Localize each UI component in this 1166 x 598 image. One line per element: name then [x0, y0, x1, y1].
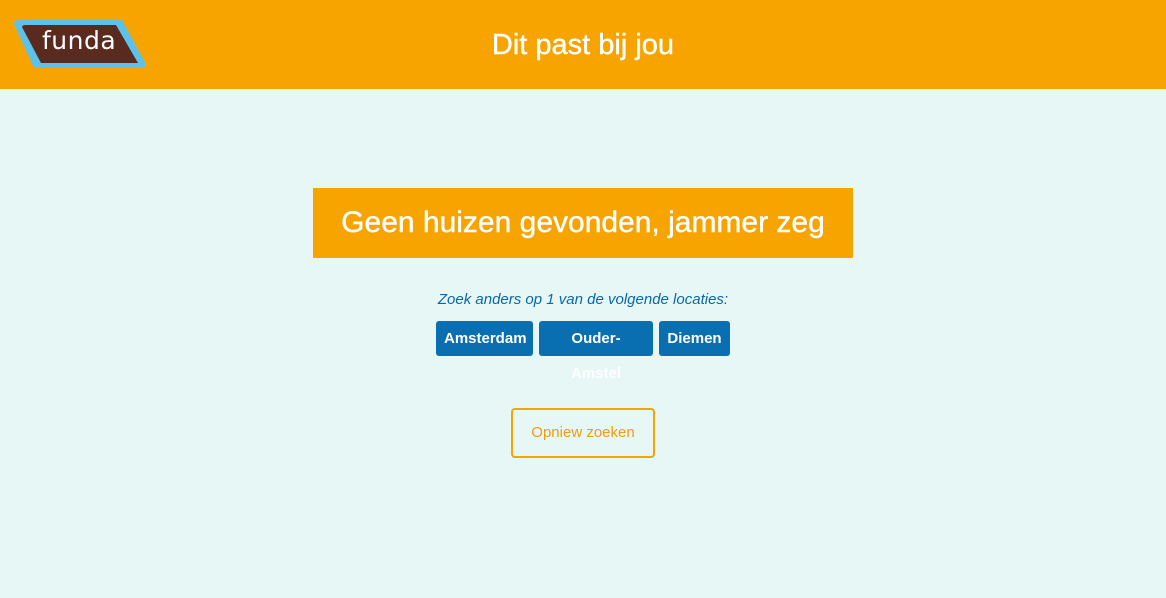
- header: funda Dit past bij jou: [0, 0, 1166, 89]
- page: funda Dit past bij jou Geen huizen gevon…: [0, 0, 1166, 598]
- no-results-banner: Geen huizen gevonden, jammer zeg: [313, 188, 853, 258]
- search-again-button[interactable]: Opniew zoeken: [511, 408, 655, 458]
- suggestion-text: Zoek anders op 1 van de volgende locatie…: [437, 291, 729, 308]
- page-title: Dit past bij jou: [491, 29, 675, 61]
- location-button-diemen[interactable]: Diemen: [659, 321, 730, 356]
- location-button-amsterdam[interactable]: Amsterdam: [436, 321, 533, 356]
- location-button-group: Amsterdam Ouder-Amstel Diemen: [436, 321, 730, 382]
- location-button-ouder-amstel[interactable]: Ouder-Amstel: [539, 321, 653, 382]
